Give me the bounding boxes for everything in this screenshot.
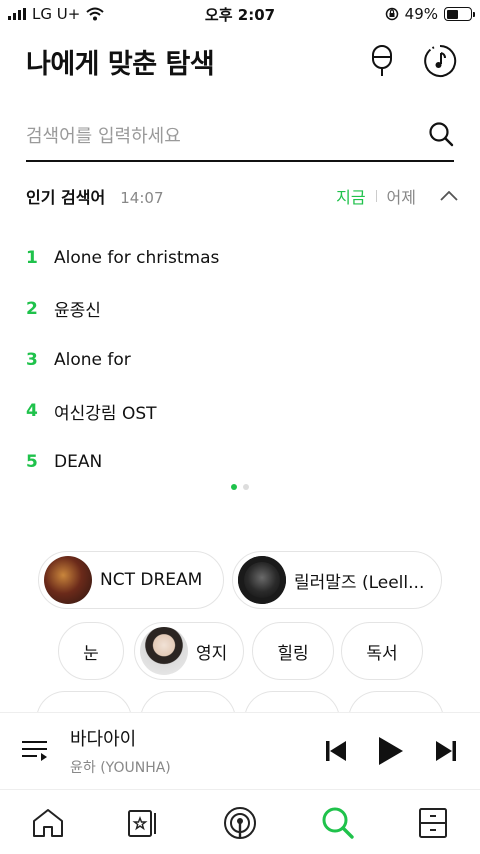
chip-label: NCT DREAM xyxy=(100,570,203,590)
chip-label: 영지 xyxy=(196,643,228,664)
rank-text: Alone for christmas xyxy=(54,247,220,268)
rank-number: 1 xyxy=(26,247,38,268)
signal-icon xyxy=(8,8,26,20)
battery-percent: 49% xyxy=(404,5,438,23)
rank-number: 3 xyxy=(26,349,38,370)
page-dot-active xyxy=(231,484,237,490)
tag-chip-reading[interactable]: 독서 xyxy=(341,622,423,680)
now-playing-artist: 윤하 (YOUNHA) xyxy=(70,760,171,776)
chip-label: 힐링 xyxy=(277,643,309,664)
rank-number: 2 xyxy=(26,298,38,319)
rank-text: Alone for xyxy=(54,349,131,370)
artist-chip-nct-dream[interactable]: NCT DREAM xyxy=(38,551,224,609)
battery-icon xyxy=(444,7,475,21)
list-item[interactable]: 1 Alone for christmas xyxy=(26,232,446,283)
tag-chip-snow[interactable]: 눈 xyxy=(58,622,124,680)
chip-label: 릴러말즈 (Leell... xyxy=(294,572,425,593)
rank-text: 윤종신 xyxy=(54,301,101,322)
popular-searches-title: 인기 검색어 xyxy=(26,188,106,207)
drawer-icon[interactable] xyxy=(418,807,448,839)
artist-chip-leellamarz[interactable]: 릴러말즈 (Leell... xyxy=(232,551,442,609)
search-tab-icon[interactable] xyxy=(321,806,355,840)
list-item[interactable]: 3 Alone for xyxy=(26,334,446,385)
bottom-nav xyxy=(0,791,480,854)
playlist-icon xyxy=(22,741,47,761)
tag-chip-healing[interactable]: 힐링 xyxy=(252,622,334,680)
previous-track-icon[interactable] xyxy=(326,740,346,762)
carrier-label: LG U+ xyxy=(32,5,81,23)
chevron-up-icon[interactable] xyxy=(440,191,458,201)
page-title: 나에게 맞춘 탐색 xyxy=(26,48,215,80)
playlist-button[interactable] xyxy=(0,739,70,763)
person-avatar xyxy=(140,627,188,675)
next-track-icon[interactable] xyxy=(436,740,456,762)
home-icon[interactable] xyxy=(32,808,64,838)
rank-text: 여신강림 OST xyxy=(54,403,157,424)
artist-avatar xyxy=(44,556,92,604)
list-item[interactable]: 5 DEAN xyxy=(26,437,446,488)
play-icon[interactable] xyxy=(378,736,404,766)
music-recognition-icon xyxy=(424,44,457,77)
rank-number: 4 xyxy=(26,401,38,422)
list-item[interactable]: 4 여신강림 OST xyxy=(26,386,446,437)
microphone-icon xyxy=(372,45,392,76)
rank-text: DEAN xyxy=(54,452,103,473)
clock: 오후 2:07 xyxy=(204,5,276,24)
artist-avatar xyxy=(238,556,286,604)
mic-button[interactable] xyxy=(364,43,400,79)
orientation-lock-icon xyxy=(385,7,398,21)
tab-yesterday[interactable]: 어제 xyxy=(387,184,416,208)
search-button[interactable] xyxy=(428,121,454,151)
now-playing-title: 바다아이 xyxy=(70,729,137,750)
tab-divider xyxy=(375,190,377,202)
search-bar xyxy=(26,112,454,162)
library-icon[interactable] xyxy=(127,808,159,838)
list-item[interactable]: 2 윤종신 xyxy=(26,283,446,334)
search-icon xyxy=(429,122,454,147)
wifi-icon xyxy=(86,7,104,21)
page-header: 나에게 맞춘 탐색 xyxy=(26,38,458,84)
popular-searches-header: 인기 검색어 14:07 지금 어제 xyxy=(26,182,458,210)
chip-label: 독서 xyxy=(366,643,398,664)
mini-player[interactable]: 바다아이 윤하 (YOUNHA) xyxy=(0,712,480,790)
popular-searches-time: 14:07 xyxy=(120,189,164,207)
page-dot xyxy=(243,484,249,490)
rank-number: 5 xyxy=(26,452,38,473)
chip-label: 눈 xyxy=(83,643,99,664)
status-bar: LG U+ 오후 2:07 49% xyxy=(0,0,480,28)
page-indicator xyxy=(231,484,249,490)
tab-now[interactable]: 지금 xyxy=(336,184,365,208)
search-input[interactable] xyxy=(26,125,386,147)
tag-chip-youngji[interactable]: 영지 xyxy=(134,622,244,680)
podcast-icon[interactable] xyxy=(223,806,257,840)
popular-searches-list: 1 Alone for christmas 2 윤종신 3 Alone for 4 여신… xyxy=(26,232,446,488)
music-recognition-button[interactable] xyxy=(422,43,458,79)
